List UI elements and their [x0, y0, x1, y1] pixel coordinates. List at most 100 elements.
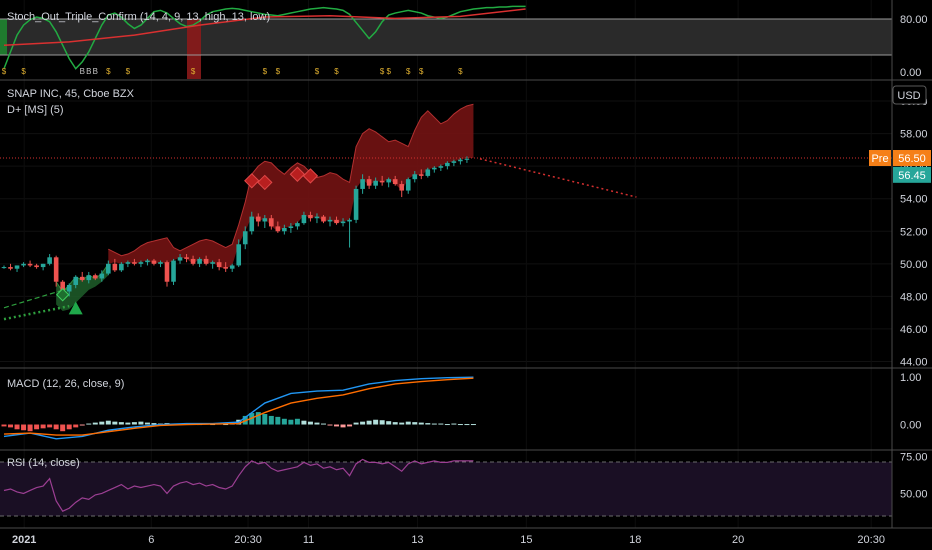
candle-body[interactable]: [86, 275, 92, 281]
candle-body[interactable]: [392, 179, 398, 185]
macd-histogram-bar: [301, 420, 307, 425]
candle-body[interactable]: [158, 262, 163, 264]
candle-body[interactable]: [347, 219, 352, 222]
time-axis[interactable]: 2021 6 20:30 11 13 15 18 20 20:30: [12, 534, 885, 546]
candle-body[interactable]: [262, 218, 268, 222]
candle-body[interactable]: [386, 179, 391, 183]
macd-histogram-bar: [99, 421, 105, 425]
price-tick-label: 54.00: [900, 194, 928, 206]
candle-body[interactable]: [119, 263, 124, 271]
candle-body[interactable]: [73, 276, 79, 285]
trading-chart[interactable]: $ $ B B B $ $ $ $ $ $ $ $ $ $ $ $ Stoch_Out_Triple_Confi…: [0, 0, 932, 550]
candle-body[interactable]: [138, 262, 144, 264]
candle-body[interactable]: [99, 273, 105, 279]
macd-histogram-bar: [73, 424, 79, 428]
candle-body[interactable]: [432, 167, 437, 170]
candle-body[interactable]: [177, 257, 183, 261]
support-dotted-line: [3, 304, 70, 321]
candle-body[interactable]: [308, 214, 313, 219]
candle-body[interactable]: [14, 265, 20, 269]
candle-body[interactable]: [125, 262, 131, 264]
macd-tick-label: 1.00: [900, 372, 921, 384]
candle-body[interactable]: [282, 228, 287, 232]
candle-body[interactable]: [360, 179, 365, 189]
macd-histogram-bar: [79, 424, 85, 426]
candle-body[interactable]: [275, 226, 281, 232]
stoch-tick-label: 0.00: [900, 67, 921, 79]
macd-histogram-bar: [438, 423, 444, 425]
grid: [0, 0, 892, 528]
candle-body[interactable]: [151, 260, 157, 264]
candle-body[interactable]: [379, 180, 385, 183]
candle-body[interactable]: [412, 174, 418, 180]
macd-histogram-bar: [21, 424, 27, 431]
candle-body[interactable]: [301, 214, 307, 224]
symbol-title: SNAP INC, 45, Cboe BZX: [7, 88, 135, 100]
candle-body[interactable]: [255, 216, 261, 222]
candle-body[interactable]: [373, 180, 378, 186]
candle-body[interactable]: [236, 244, 242, 266]
macd-pane[interactable]: MACD (12, 26, close, 9): [1, 376, 476, 440]
candle-body[interactable]: [112, 263, 118, 271]
candle-body[interactable]: [288, 226, 294, 228]
candle-body[interactable]: [314, 216, 320, 219]
candle-body[interactable]: [340, 221, 346, 224]
candle-body[interactable]: [327, 219, 333, 222]
stoch-signal-marker: B: [86, 67, 91, 76]
candle-body[interactable]: [249, 216, 255, 232]
candle-body[interactable]: [229, 265, 235, 269]
macd-histogram-bar: [53, 424, 59, 430]
candle-body[interactable]: [184, 257, 189, 259]
candle-body[interactable]: [321, 216, 326, 222]
candle-body[interactable]: [53, 257, 59, 282]
rsi-pane[interactable]: RSI (14, close): [0, 457, 892, 517]
candle-body[interactable]: [171, 260, 176, 282]
candle-body[interactable]: [1, 267, 7, 269]
candle-body[interactable]: [269, 218, 274, 227]
macd-histogram-bar: [412, 422, 418, 425]
candle-body[interactable]: [8, 267, 13, 269]
candle-body[interactable]: [210, 262, 215, 264]
candle-body[interactable]: [464, 158, 470, 160]
candle-body[interactable]: [190, 258, 196, 264]
candle-body[interactable]: [405, 179, 411, 191]
candle-body[interactable]: [418, 174, 424, 176]
candle-body[interactable]: [216, 262, 222, 268]
stoch-pane[interactable]: $ $ B B B $ $ $ $ $ $ $ $ $ $ $ $ Stoch_Out_Triple_Confi…: [0, 5, 892, 79]
candle-body[interactable]: [295, 223, 300, 227]
candle-body[interactable]: [458, 159, 463, 162]
stoch-tick-label: 80.00: [900, 14, 928, 26]
stoch-signal-marker: B: [93, 67, 98, 76]
candle-body[interactable]: [366, 179, 372, 186]
candle-body[interactable]: [399, 184, 405, 191]
candle-body[interactable]: [164, 262, 170, 282]
macd-histogram-bar: [138, 421, 144, 425]
candle-body[interactable]: [334, 219, 339, 224]
macd-histogram-bar: [360, 421, 366, 425]
candle-body[interactable]: [21, 263, 26, 266]
candle-body[interactable]: [425, 169, 431, 176]
candle-body[interactable]: [34, 265, 39, 268]
candle-body[interactable]: [203, 258, 209, 264]
candle-body[interactable]: [40, 263, 46, 268]
macd-histogram-bar: [334, 424, 340, 427]
time-tick-label: 11: [303, 534, 314, 546]
macd-histogram-bar: [27, 424, 33, 432]
candle-body[interactable]: [223, 267, 228, 269]
macd-histogram-bar: [34, 424, 40, 430]
candle-body[interactable]: [27, 263, 33, 266]
candle-body[interactable]: [106, 263, 111, 274]
candle-body[interactable]: [438, 166, 444, 168]
candle-body[interactable]: [92, 275, 98, 279]
candle-body[interactable]: [145, 260, 150, 263]
candle-body[interactable]: [353, 188, 359, 220]
candle-body[interactable]: [242, 231, 248, 245]
candle-body[interactable]: [197, 258, 202, 264]
candle-body[interactable]: [79, 276, 85, 281]
candle-body[interactable]: [132, 262, 137, 264]
candle-body[interactable]: [47, 257, 52, 264]
candle-body[interactable]: [451, 161, 457, 163]
candle-body[interactable]: [66, 284, 72, 292]
price-pane[interactable]: SNAP INC, 45, Cboe BZX D+ [MS] (5): [0, 88, 892, 321]
candle-body[interactable]: [445, 162, 450, 167]
